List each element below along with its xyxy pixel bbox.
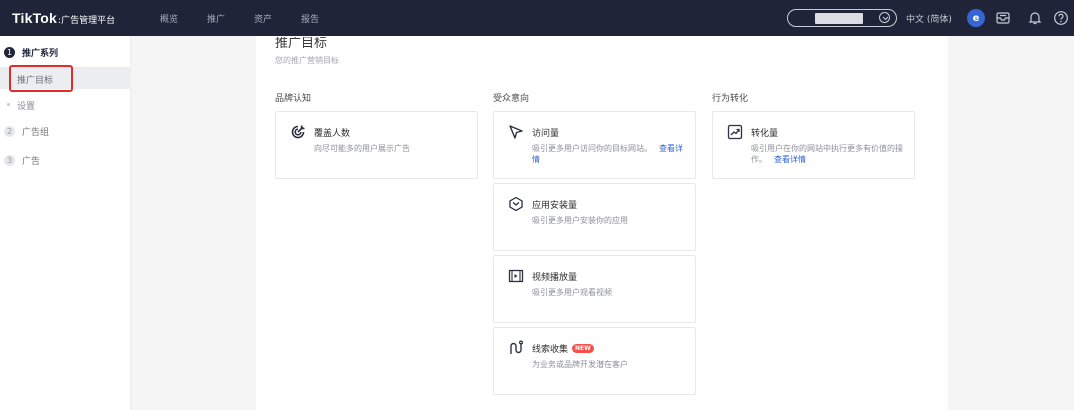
avatar[interactable]: e: [967, 9, 985, 27]
chevron-down-icon: [879, 12, 890, 23]
card-title-wrap: 线索收集 NEW: [532, 342, 594, 355]
nav-item-reports[interactable]: 报告: [301, 12, 348, 25]
objective-card-reach[interactable]: 覆盖人数 向尽可能多的用户展示广告: [275, 111, 478, 179]
tiktok-ads-logo[interactable]: TikTok :广告管理平台: [12, 10, 160, 26]
language-selector[interactable]: 中文 (简体): [906, 12, 952, 25]
card-description: 吸引更多用户观看视频: [532, 288, 612, 297]
step-campaign[interactable]: 1 推广系列: [4, 46, 58, 59]
card-title: 应用安装量: [532, 201, 578, 211]
step-number: 3: [4, 155, 15, 166]
substep-settings[interactable]: 设置: [17, 99, 35, 112]
card-title: 访问量: [532, 129, 560, 139]
trend-chart-icon: [727, 124, 743, 140]
step-ad[interactable]: 3 广告: [4, 154, 40, 167]
step-ad-group[interactable]: 2 广告组: [4, 125, 49, 138]
objective-panel: 推广目标 您的推广营销目标 品牌认知 受众意向 行为转化 覆盖人数 向尽可能多的…: [256, 36, 948, 410]
card-description: 吸引更多用户访问你的目标网站。: [532, 144, 652, 153]
nav-item-campaign[interactable]: 推广: [207, 12, 254, 25]
target-icon: [290, 124, 306, 140]
campaign-steps-sidebar: 1 推广系列 推广目标 设置 2 广告组 3 广告: [0, 36, 131, 410]
card-description: 向尽可能多的用户展示广告: [314, 144, 410, 153]
nav-item-assets[interactable]: 资产: [254, 12, 301, 25]
column-heading-awareness: 品牌认知: [275, 94, 312, 104]
account-name-redacted: [815, 13, 863, 24]
card-description: 吸引更多用户安装你的应用: [532, 216, 628, 225]
nav-item-dashboard[interactable]: 概览: [160, 12, 207, 25]
lead-icon: [508, 340, 524, 356]
annotation-highlight-box: [9, 65, 73, 92]
card-title: 覆盖人数: [314, 129, 351, 139]
page-description: 您的推广营销目标: [275, 56, 339, 65]
top-nav-menu: 概览 推广 资产 报告: [160, 12, 348, 25]
new-badge: NEW: [572, 344, 594, 353]
brand-suffix: :广告管理平台: [58, 16, 116, 26]
objective-card-traffic[interactable]: 访问量 吸引更多用户访问你的目标网站。 查看详情: [493, 111, 696, 179]
step-number: 2: [4, 126, 15, 137]
objective-card-app-installs[interactable]: 应用安装量 吸引更多用户安装你的应用: [493, 183, 696, 251]
view-details-link[interactable]: 查看详情: [774, 155, 806, 164]
card-title: 转化量: [751, 129, 779, 139]
objective-card-conversions[interactable]: 转化量 吸引用户在你的网站中执行更多有价值的操作。 查看详情: [712, 111, 915, 179]
card-description: 为业务或品牌开发潜在客户: [532, 360, 628, 369]
column-heading-conversion: 行为转化: [712, 94, 749, 104]
column-heading-consideration: 受众意向: [493, 94, 530, 104]
substep-dot: [7, 103, 10, 106]
step-number: 1: [4, 47, 15, 58]
step-label: 广告: [22, 157, 41, 167]
step-label: 推广系列: [22, 49, 59, 59]
inbox-icon[interactable]: [995, 10, 1011, 26]
card-title: 线索收集: [532, 345, 569, 355]
video-icon: [508, 268, 524, 284]
brand-name: TikTok: [12, 10, 58, 26]
card-title: 视频播放量: [532, 273, 578, 283]
page-title: 推广目标: [275, 37, 328, 48]
bell-icon[interactable]: [1027, 10, 1043, 26]
cursor-arrow-icon: [508, 124, 524, 140]
card-description-wrap: 吸引更多用户访问你的目标网站。 查看详情: [532, 143, 690, 165]
step-label: 广告组: [22, 128, 50, 138]
account-selector[interactable]: [787, 9, 897, 27]
objective-card-video-views[interactable]: 视频播放量 吸引更多用户观看视频: [493, 255, 696, 323]
help-icon[interactable]: [1053, 10, 1069, 26]
card-description-wrap: 吸引用户在你的网站中执行更多有价值的操作。 查看详情: [751, 143, 909, 165]
app-install-icon: [508, 196, 524, 212]
objective-card-lead-generation[interactable]: 线索收集 NEW 为业务或品牌开发潜在客户: [493, 327, 696, 395]
